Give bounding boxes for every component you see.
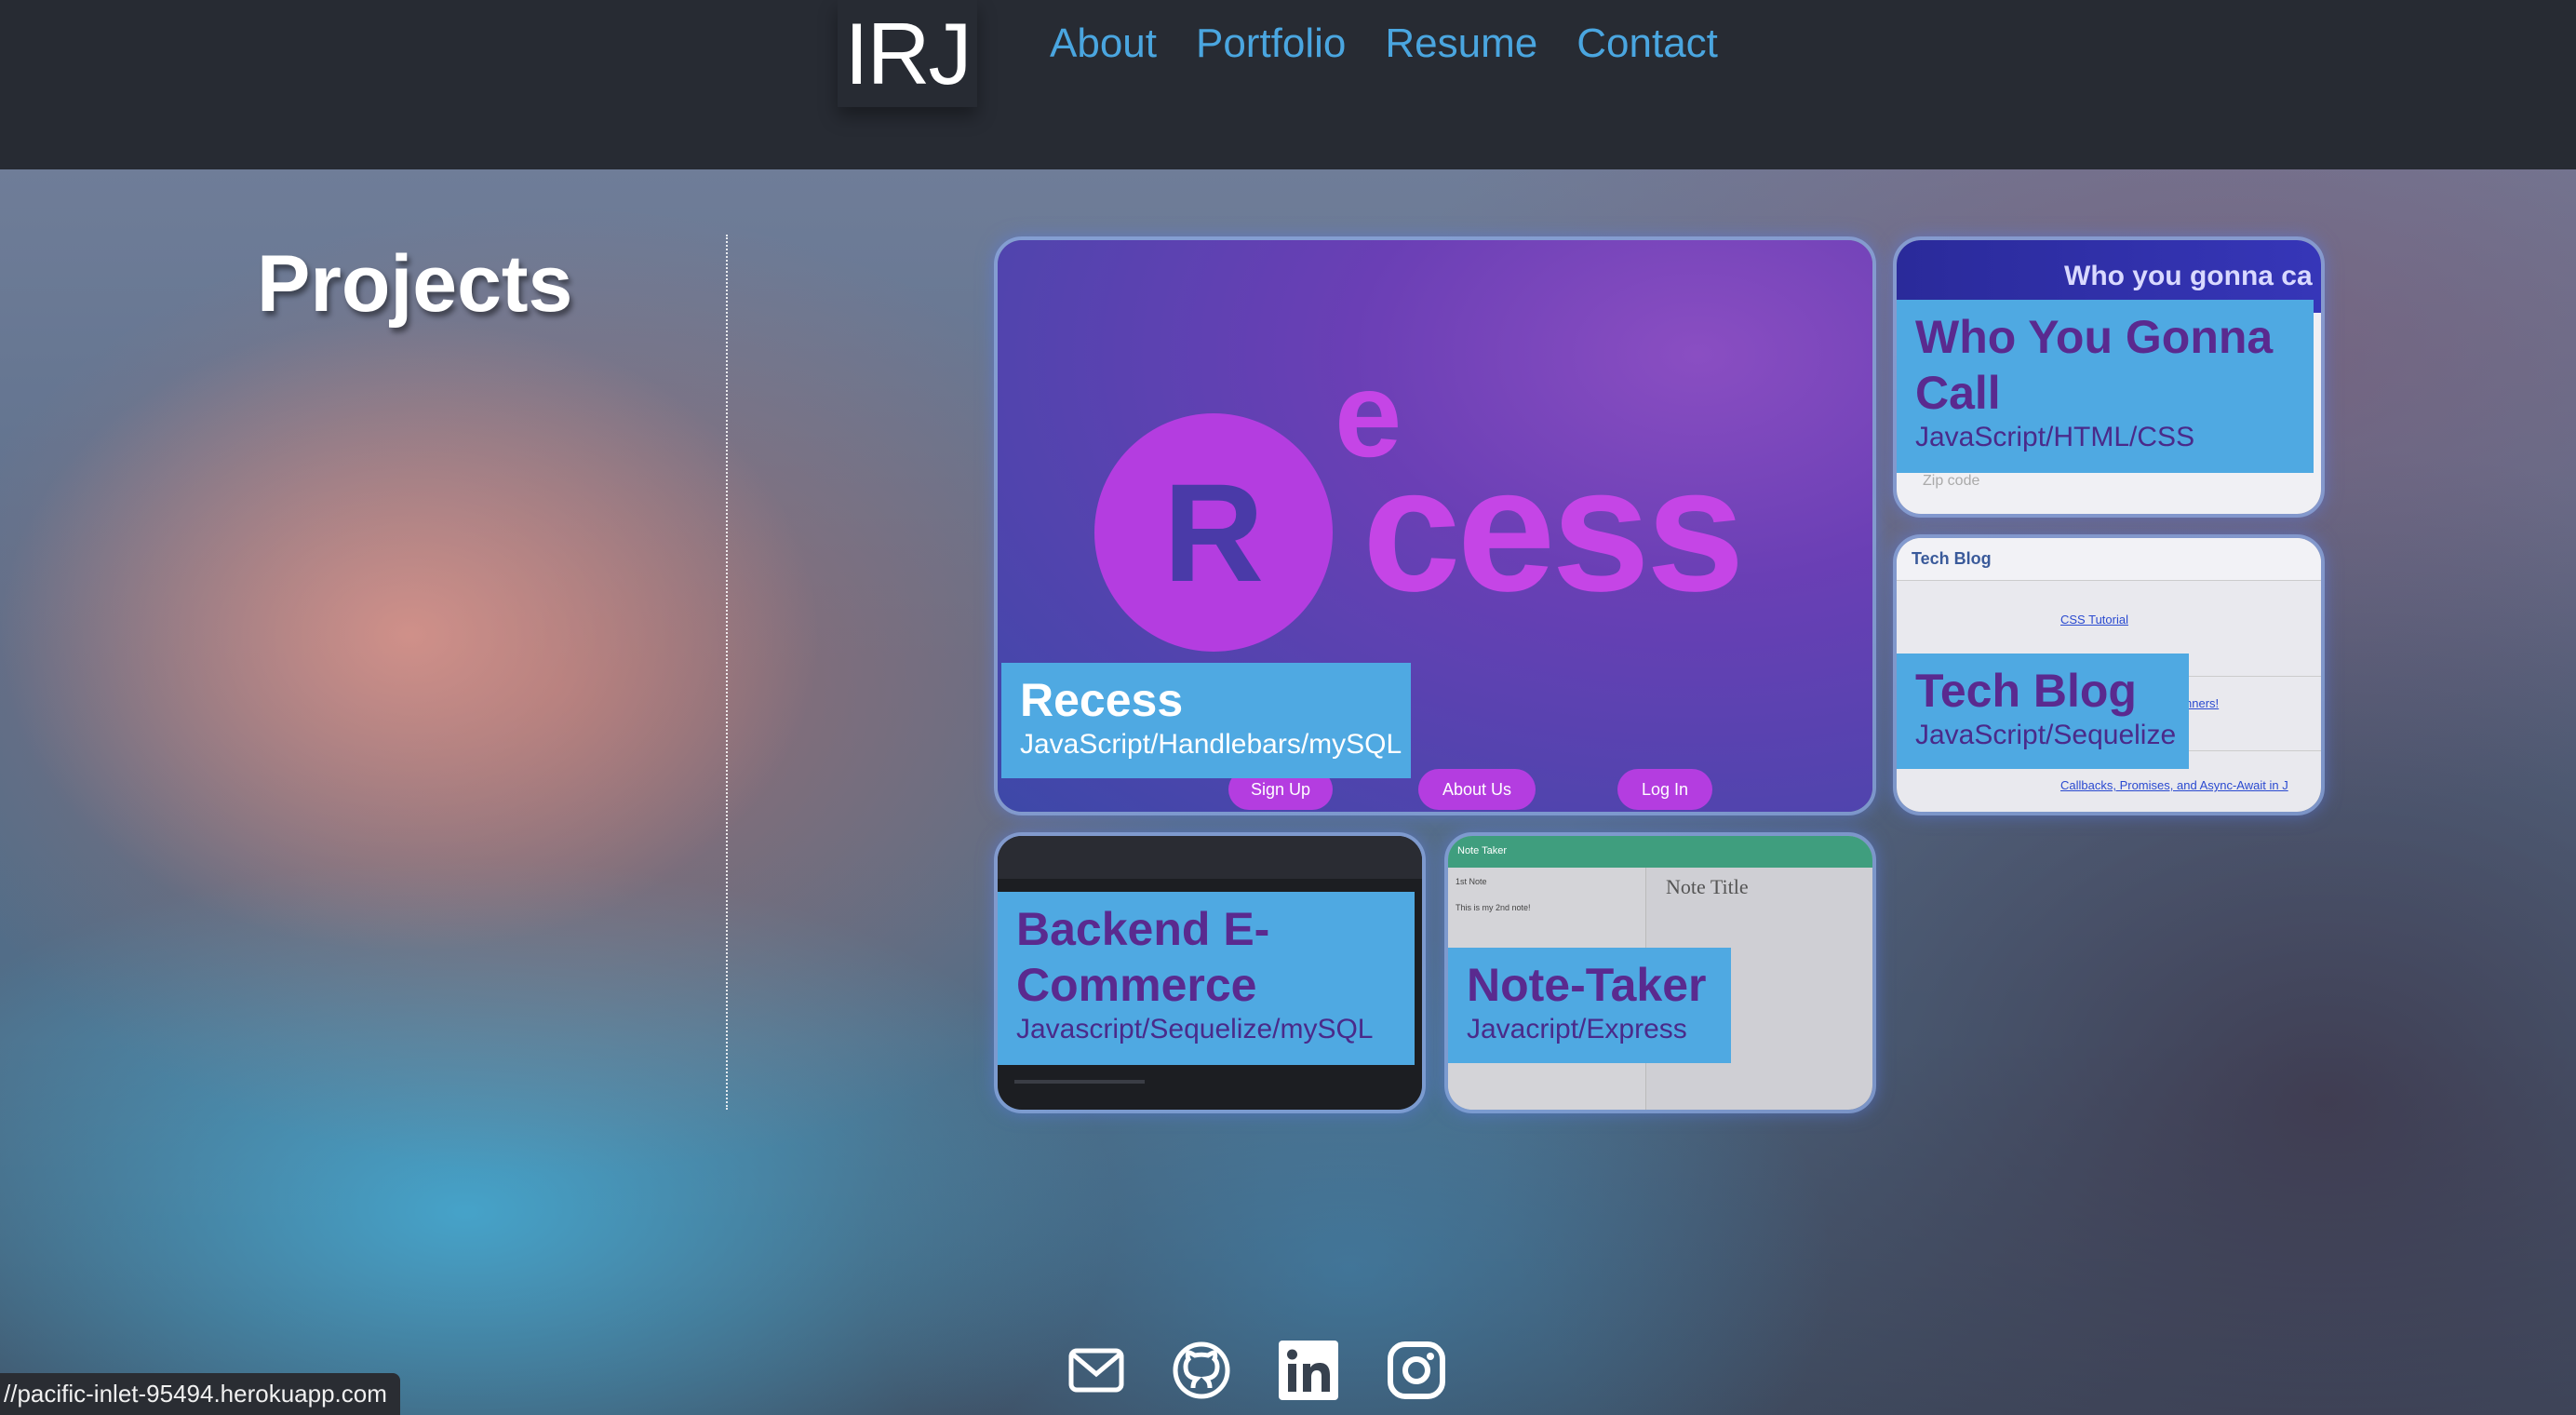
tech-blog-link: nners!: [2185, 696, 2220, 710]
page-title: Projects: [257, 239, 573, 329]
recess-login-button: Log In: [1617, 769, 1712, 810]
recess-logo-circle: R: [1094, 413, 1333, 652]
site-logo[interactable]: IRJ: [838, 0, 977, 107]
project-name: Who You Gonna Call: [1915, 311, 2274, 419]
note-list-item: 1st Note: [1456, 877, 1487, 886]
project-card-tech-blog[interactable]: Tech Blog CSS Tutorial nners! Callbacks,…: [1893, 534, 2325, 815]
nav-link-resume[interactable]: Resume: [1385, 20, 1537, 67]
project-tech: Javascript/Sequelize/mySQL: [1016, 1014, 1374, 1044]
project-name: Note-Taker: [1467, 959, 1707, 1011]
social-links: [1068, 1341, 1446, 1404]
project-name: Tech Blog: [1915, 665, 2137, 717]
tech-blog-link: CSS Tutorial: [2060, 613, 2128, 627]
project-tech: JavaScript/Sequelize: [1915, 720, 2177, 750]
github-icon[interactable]: [1173, 1341, 1230, 1403]
project-label: Note-Taker Javacript/Express: [1448, 948, 1731, 1063]
app-toolbar: [998, 836, 1422, 879]
project-label: Recess JavaScript/Handlebars/mySQL: [1001, 663, 1411, 778]
note-taker-bar: Note Taker: [1448, 836, 1872, 868]
project-tech: JavaScript/HTML/CSS: [1915, 422, 2195, 452]
project-card-who-you-gonna-call[interactable]: Who you gonna ca Zip code Who You Gonna …: [1893, 236, 2325, 518]
status-bar-url: //pacific-inlet-95494.herokuapp.com: [0, 1373, 400, 1415]
project-tech: Javacript/Express: [1467, 1014, 1687, 1044]
project-label: Who You Gonna Call JavaScript/HTML/CSS: [1897, 300, 2314, 473]
note-list-item: This is my 2nd note!: [1456, 903, 1531, 912]
main-nav: About Portfolio Resume Contact: [1050, 20, 1718, 67]
project-name: Backend E-Commerce: [1016, 903, 1270, 1011]
recess-logo-cess: cess: [1362, 431, 1745, 628]
nav-link-about[interactable]: About: [1050, 20, 1157, 67]
project-label: Tech Blog JavaScript/Sequelize: [1897, 654, 2189, 769]
section-divider: [726, 235, 728, 1110]
project-card-backend-ecommerce[interactable]: Backend E-Commerce Javascript/Sequelize/…: [994, 832, 1426, 1113]
instagram-icon[interactable]: [1387, 1341, 1446, 1404]
projects-section: Projects R e cess Sign Up About Us Log I…: [0, 169, 2576, 1415]
project-card-note-taker[interactable]: Note Taker 1st Note This is my 2nd note!…: [1444, 832, 1876, 1113]
note-title: Note Title: [1666, 875, 1749, 898]
project-tech: JavaScript/Handlebars/mySQL: [1020, 729, 1402, 760]
project-card-recess[interactable]: R e cess Sign Up About Us Log In Recess …: [994, 236, 1876, 815]
tech-blog-header: Tech Blog: [1897, 538, 2321, 581]
nav-link-contact[interactable]: Contact: [1576, 20, 1718, 67]
site-header: IRJ About Portfolio Resume Contact: [0, 0, 2576, 169]
project-label: Backend E-Commerce Javascript/Sequelize/…: [998, 892, 1415, 1065]
mail-icon[interactable]: [1068, 1348, 1124, 1396]
linkedin-icon[interactable]: [1279, 1341, 1338, 1404]
nav-link-portfolio[interactable]: Portfolio: [1196, 20, 1346, 67]
project-name: Recess: [1020, 674, 1184, 726]
